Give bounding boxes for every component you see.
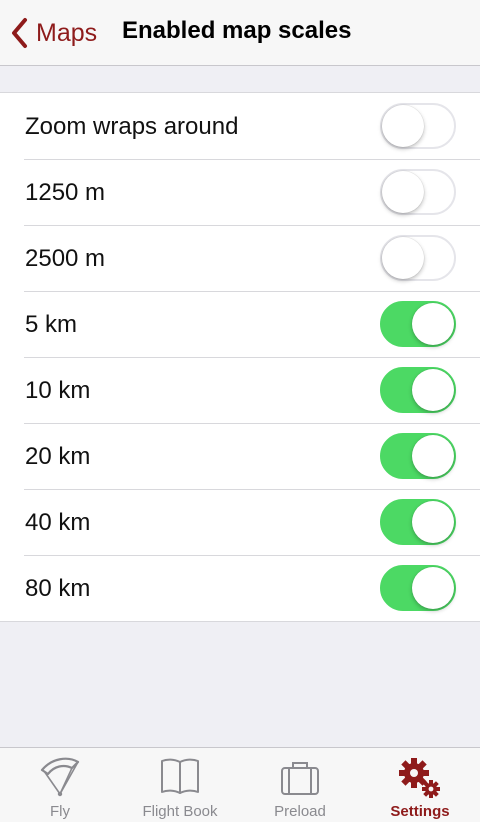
nav-bar: Maps Enabled map scales bbox=[0, 0, 480, 66]
suitcase-icon bbox=[281, 762, 319, 795]
setting-label: 40 km bbox=[25, 509, 91, 536]
list-item: 40 km bbox=[0, 489, 480, 555]
tab-fly[interactable]: Fly bbox=[0, 748, 120, 822]
toggle-knob bbox=[412, 567, 454, 609]
tab-preload[interactable]: Preload bbox=[240, 748, 360, 822]
page-title: Enabled map scales bbox=[122, 17, 352, 44]
toggle-switch[interactable] bbox=[380, 169, 456, 215]
book-icon bbox=[161, 758, 199, 794]
toggle-knob bbox=[382, 237, 424, 279]
tab-label: Fly bbox=[50, 803, 70, 820]
toggle-knob bbox=[412, 369, 454, 411]
list-item: 5 km bbox=[0, 291, 480, 357]
setting-label: 10 km bbox=[25, 377, 91, 404]
tab-settings[interactable]: Settings bbox=[360, 748, 480, 822]
tab-label: Flight Book bbox=[142, 803, 218, 820]
list-item: Zoom wraps around bbox=[0, 93, 480, 159]
setting-label: 20 km bbox=[25, 443, 91, 470]
setting-label: 2500 m bbox=[25, 245, 106, 272]
toggle-knob bbox=[382, 105, 424, 147]
toggle-switch[interactable] bbox=[380, 565, 456, 611]
toggle-knob bbox=[382, 171, 424, 213]
setting-label: 80 km bbox=[25, 575, 91, 602]
chevron-left-icon bbox=[12, 18, 27, 48]
setting-label: 1250 m bbox=[25, 179, 106, 206]
toggle-switch[interactable] bbox=[380, 103, 456, 149]
toggle-knob bbox=[412, 501, 454, 543]
back-button[interactable]: Maps bbox=[10, 14, 97, 52]
setting-label: 5 km bbox=[25, 311, 78, 338]
toggle-switch[interactable] bbox=[380, 367, 456, 413]
toggle-switch[interactable] bbox=[380, 499, 456, 545]
list-item: 2500 m bbox=[0, 225, 480, 291]
toggle-knob bbox=[412, 435, 454, 477]
gears-icon bbox=[399, 758, 440, 798]
list-item: 1250 m bbox=[0, 159, 480, 225]
toggle-knob bbox=[412, 303, 454, 345]
tab-label: Settings bbox=[390, 803, 450, 820]
list-item: 20 km bbox=[0, 423, 480, 489]
tab-flight-book[interactable]: Flight Book bbox=[120, 748, 240, 822]
tab-label: Preload bbox=[274, 803, 326, 820]
toggle-switch[interactable] bbox=[380, 301, 456, 347]
tab-bar: Fly Flight Book Preload Settings bbox=[0, 747, 480, 822]
list-item: 10 km bbox=[0, 357, 480, 423]
list-item: 80 km bbox=[0, 555, 480, 621]
back-button-label: Maps bbox=[36, 18, 98, 47]
setting-label: Zoom wraps around bbox=[25, 113, 239, 140]
paraglider-icon bbox=[40, 757, 80, 797]
map-scales-list: Zoom wraps around 1250 m 2500 m 5 km 10 … bbox=[0, 92, 480, 622]
toggle-switch[interactable] bbox=[380, 433, 456, 479]
toggle-switch[interactable] bbox=[380, 235, 456, 281]
